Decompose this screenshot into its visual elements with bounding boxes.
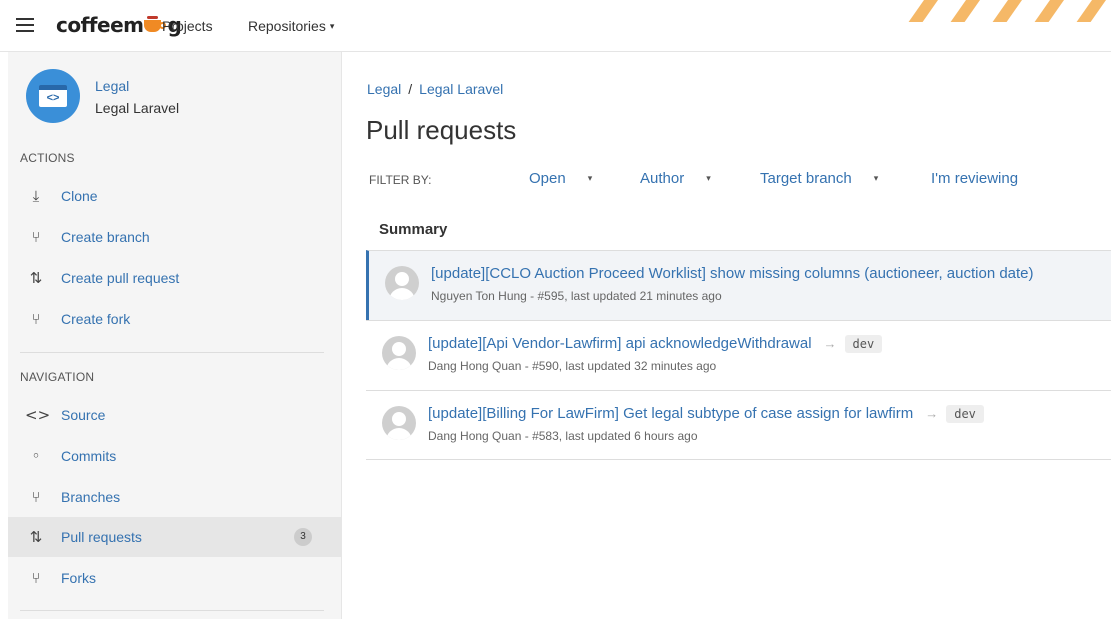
target-branch-label: dev <box>946 405 984 423</box>
chevron-down-icon: ▾ <box>587 173 593 183</box>
source-icon: <> <box>25 406 51 424</box>
pull-requests-count-badge: 3 <box>294 528 312 546</box>
pull-request-row[interactable]: [update][Billing For LawFirm] Get legal … <box>366 390 1111 460</box>
branches-icon: ⑂ <box>31 488 41 506</box>
sidebar-item-label: Source <box>61 407 106 423</box>
pull-request-row[interactable]: [update][CCLO Auction Proceed Worklist] … <box>366 250 1111 320</box>
nav-projects-link[interactable]: Projects <box>162 18 213 34</box>
fork-icon: ⑂ <box>31 310 41 328</box>
menu-icon[interactable] <box>16 18 34 34</box>
navigation-section-title: NAVIGATION <box>20 370 95 384</box>
pull-request-meta: Nguyen Ton Hung - #595, last updated 21 … <box>431 289 722 303</box>
sidebar-item-create-pull-request[interactable]: ⇅ Create pull request <box>8 258 342 298</box>
filter-author-dropdown[interactable]: Author ▾ <box>640 170 711 187</box>
top-navigation-bar: coffeem g Projects Repositories ▾ <box>0 0 1111 52</box>
pull-requests-icon: ⇅ <box>29 528 43 546</box>
sidebar-item-label: Branches <box>61 489 121 505</box>
pull-request-title-link[interactable]: [update][CCLO Auction Proceed Worklist] … <box>431 265 1034 282</box>
repo-name: Legal Laravel <box>95 100 180 116</box>
arrow-right-icon: → <box>823 336 837 351</box>
pull-request-list: [update][CCLO Auction Proceed Worklist] … <box>366 250 1111 460</box>
sidebar-item-label: Create fork <box>61 311 131 327</box>
filter-target-branch-dropdown[interactable]: Target branch ▾ <box>760 170 878 187</box>
filter-im-reviewing-toggle[interactable]: I'm reviewing <box>931 170 1018 187</box>
sidebar-item-create-branch[interactable]: ⑂ Create branch <box>8 217 342 257</box>
pull-request-icon: ⇅ <box>29 269 43 287</box>
filter-target-branch-label: Target branch <box>760 170 852 187</box>
avatar <box>382 406 416 440</box>
sidebar-item-label: Clone <box>61 188 98 204</box>
avatar <box>385 266 419 300</box>
filter-by-label: FILTER BY: <box>369 173 432 187</box>
chevron-down-icon: ▾ <box>329 21 335 31</box>
main-content: Legal / Legal Laravel Pull requests FILTER… <box>342 52 1111 619</box>
nav-repositories-label: Repositories <box>248 18 326 34</box>
repo-project-link[interactable]: Legal <box>95 78 129 94</box>
page-title: Pull requests <box>366 115 517 145</box>
commit-icon: ◦ <box>31 447 41 465</box>
actions-section-title: ACTIONS <box>20 151 75 165</box>
sidebar-item-label: Pull requests <box>61 529 142 545</box>
sidebar-item-label: Create pull request <box>61 270 180 286</box>
clone-icon: ⤓ <box>32 187 40 205</box>
breadcrumb: Legal / Legal Laravel <box>367 81 503 97</box>
forks-icon: ⑂ <box>31 569 41 587</box>
sidebar-divider <box>20 352 324 353</box>
sidebar-item-forks[interactable]: ⑂ Forks <box>8 558 342 598</box>
arrow-right-icon: → <box>925 406 939 421</box>
repository-avatar[interactable]: <> <box>26 69 80 123</box>
sidebar-item-pull-requests[interactable]: ⇅ Pull requests 3 <box>8 517 342 557</box>
sidebar-divider <box>20 610 324 611</box>
target-branch-label: dev <box>844 335 883 353</box>
filter-state-dropdown[interactable]: Open ▾ <box>529 170 592 187</box>
branch-icon: ⑂ <box>31 228 41 246</box>
nav-repositories-dropdown[interactable]: Repositories ▾ <box>248 18 334 34</box>
sidebar-item-label: Commits <box>61 448 117 464</box>
filter-state-label: Open <box>529 170 566 187</box>
pull-request-row[interactable]: [update][Api Vendor-Lawfirm] api acknowl… <box>366 320 1111 390</box>
pull-request-meta: Dang Hong Quan - #590, last updated 32 m… <box>428 359 717 373</box>
pull-request-title-link[interactable]: [update][Billing For LawFirm] Get legal … <box>428 405 913 422</box>
breadcrumb-repo-link[interactable]: Legal Laravel <box>419 81 503 97</box>
breadcrumb-project-link[interactable]: Legal <box>367 81 401 97</box>
repository-sidebar: <> Legal Legal Laravel ACTIONS ⤓ Clone ⑂… <box>8 52 342 619</box>
filter-author-label: Author <box>640 170 685 187</box>
summary-column-header: Summary <box>379 221 448 238</box>
avatar <box>382 336 416 370</box>
repository-code-icon: <> <box>39 85 67 107</box>
sidebar-item-branches[interactable]: ⑂ Branches <box>8 477 342 517</box>
logo-text-left: coffeem <box>56 13 144 37</box>
sidebar-item-clone[interactable]: ⤓ Clone <box>8 176 342 216</box>
pull-request-title-line: [update][Billing For LawFirm] Get legal … <box>428 405 984 423</box>
pull-request-meta: Dang Hong Quan - #583, last updated 6 ho… <box>428 429 698 443</box>
breadcrumb-separator: / <box>408 81 413 97</box>
sidebar-item-commits[interactable]: ◦ Commits <box>8 436 342 476</box>
pull-request-title-link[interactable]: [update][Api Vendor-Lawfirm] api acknowl… <box>428 335 812 352</box>
chevron-down-icon: ▾ <box>873 173 879 183</box>
sidebar-item-create-fork[interactable]: ⑂ Create fork <box>8 299 342 339</box>
sidebar-item-label: Create branch <box>61 229 150 245</box>
chevron-down-icon: ▾ <box>706 173 711 183</box>
sidebar-item-label: Forks <box>61 570 96 586</box>
sidebar-item-source[interactable]: <> Source <box>8 395 342 435</box>
pull-request-title-line: [update][Api Vendor-Lawfirm] api acknowl… <box>428 335 883 353</box>
decorative-stripes <box>901 0 1111 22</box>
